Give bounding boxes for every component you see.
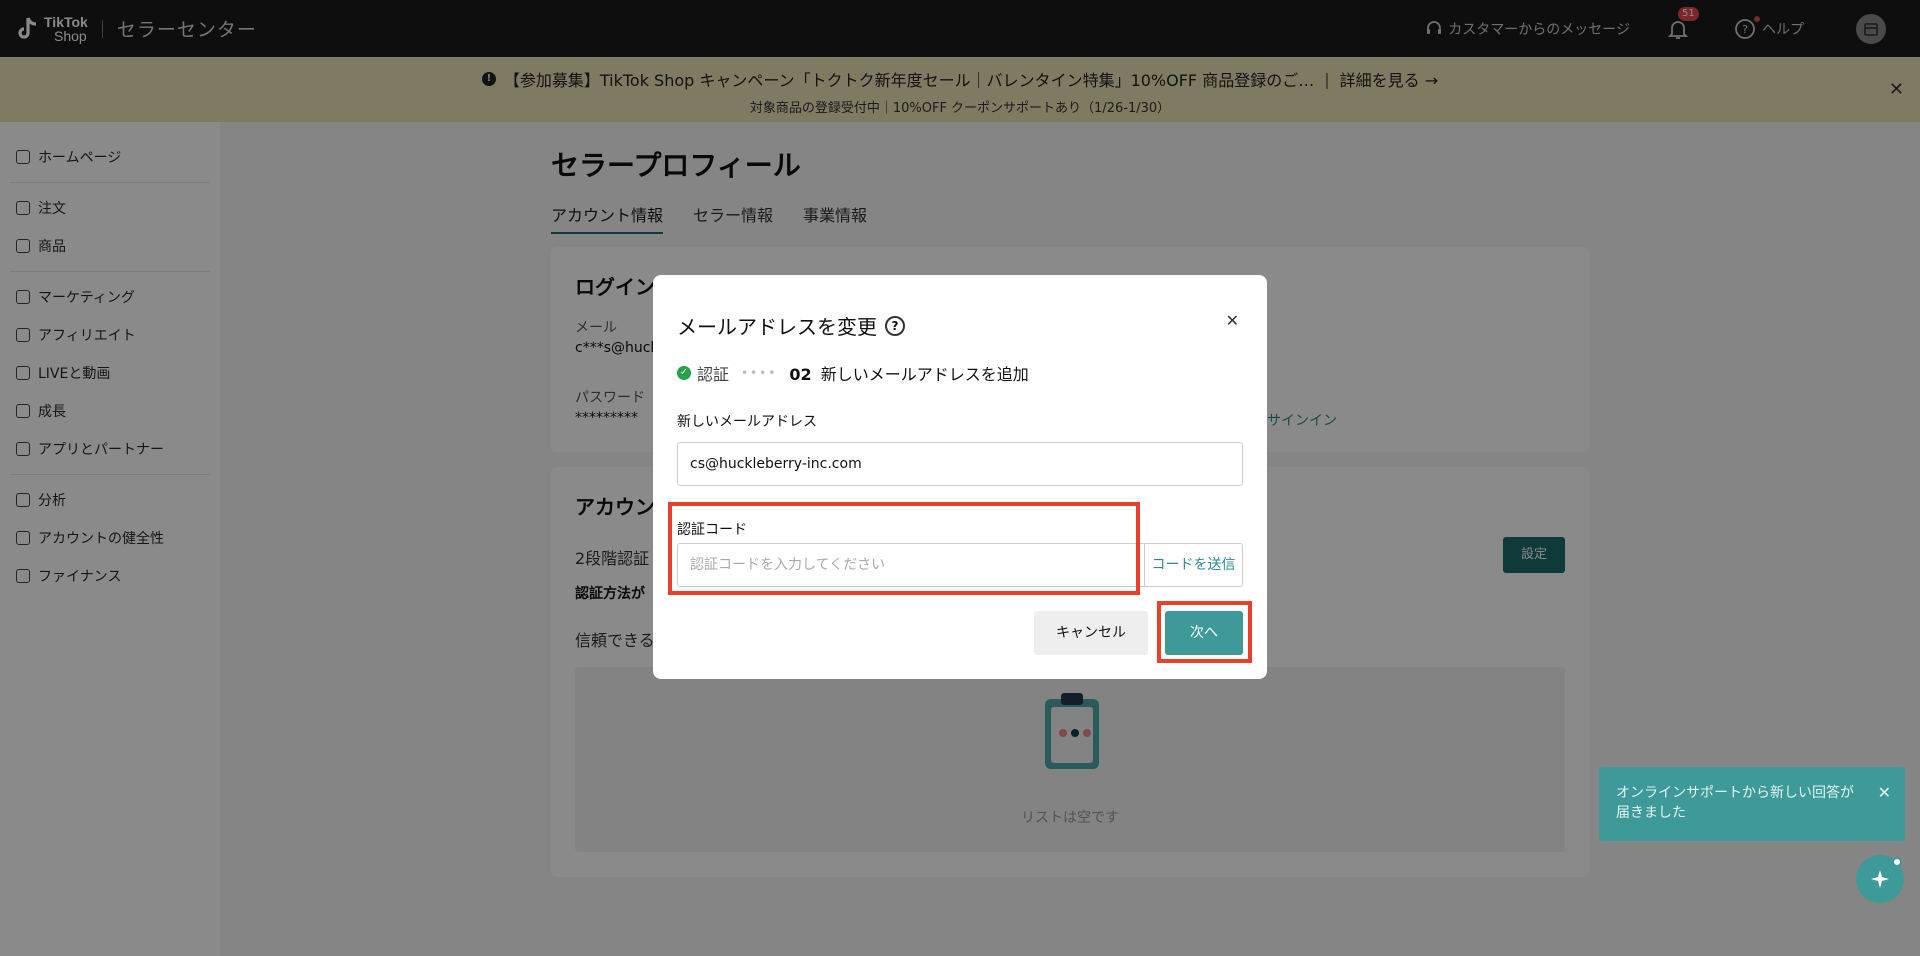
send-code-button[interactable]: コードを送信 bbox=[1144, 544, 1242, 586]
highlight-box-next-button bbox=[1157, 601, 1252, 663]
new-email-input[interactable]: cs@huckleberry-inc.com bbox=[677, 442, 1243, 486]
step1-label: 認証 bbox=[697, 365, 730, 384]
highlight-box-code-field bbox=[668, 502, 1140, 595]
cancel-button[interactable]: キャンセル bbox=[1034, 611, 1148, 655]
check-icon: ✓ bbox=[677, 366, 691, 380]
toast-text: オンラインサポートから新しい回答が届きました bbox=[1616, 785, 1854, 821]
step-connector: •••• bbox=[741, 366, 778, 380]
support-toast[interactable]: オンラインサポートから新しい回答が届きました ✕ bbox=[1599, 767, 1905, 841]
modal-title: メールアドレスを変更 bbox=[677, 315, 877, 339]
question-icon[interactable]: ? bbox=[885, 315, 905, 336]
step2-number: 02 bbox=[789, 365, 812, 384]
close-icon[interactable]: ✕ bbox=[1226, 311, 1239, 330]
step2-label: 新しいメールアドレスを追加 bbox=[820, 365, 1029, 384]
step-indicator: ✓ 認証 •••• 02 新しいメールアドレスを追加 bbox=[677, 361, 1029, 385]
new-email-label: 新しいメールアドレス bbox=[677, 414, 817, 430]
ai-assistant-dot bbox=[1892, 857, 1902, 867]
ai-assistant-button[interactable] bbox=[1856, 855, 1904, 903]
sparkle-icon bbox=[1871, 870, 1889, 888]
close-icon[interactable]: ✕ bbox=[1878, 783, 1891, 803]
